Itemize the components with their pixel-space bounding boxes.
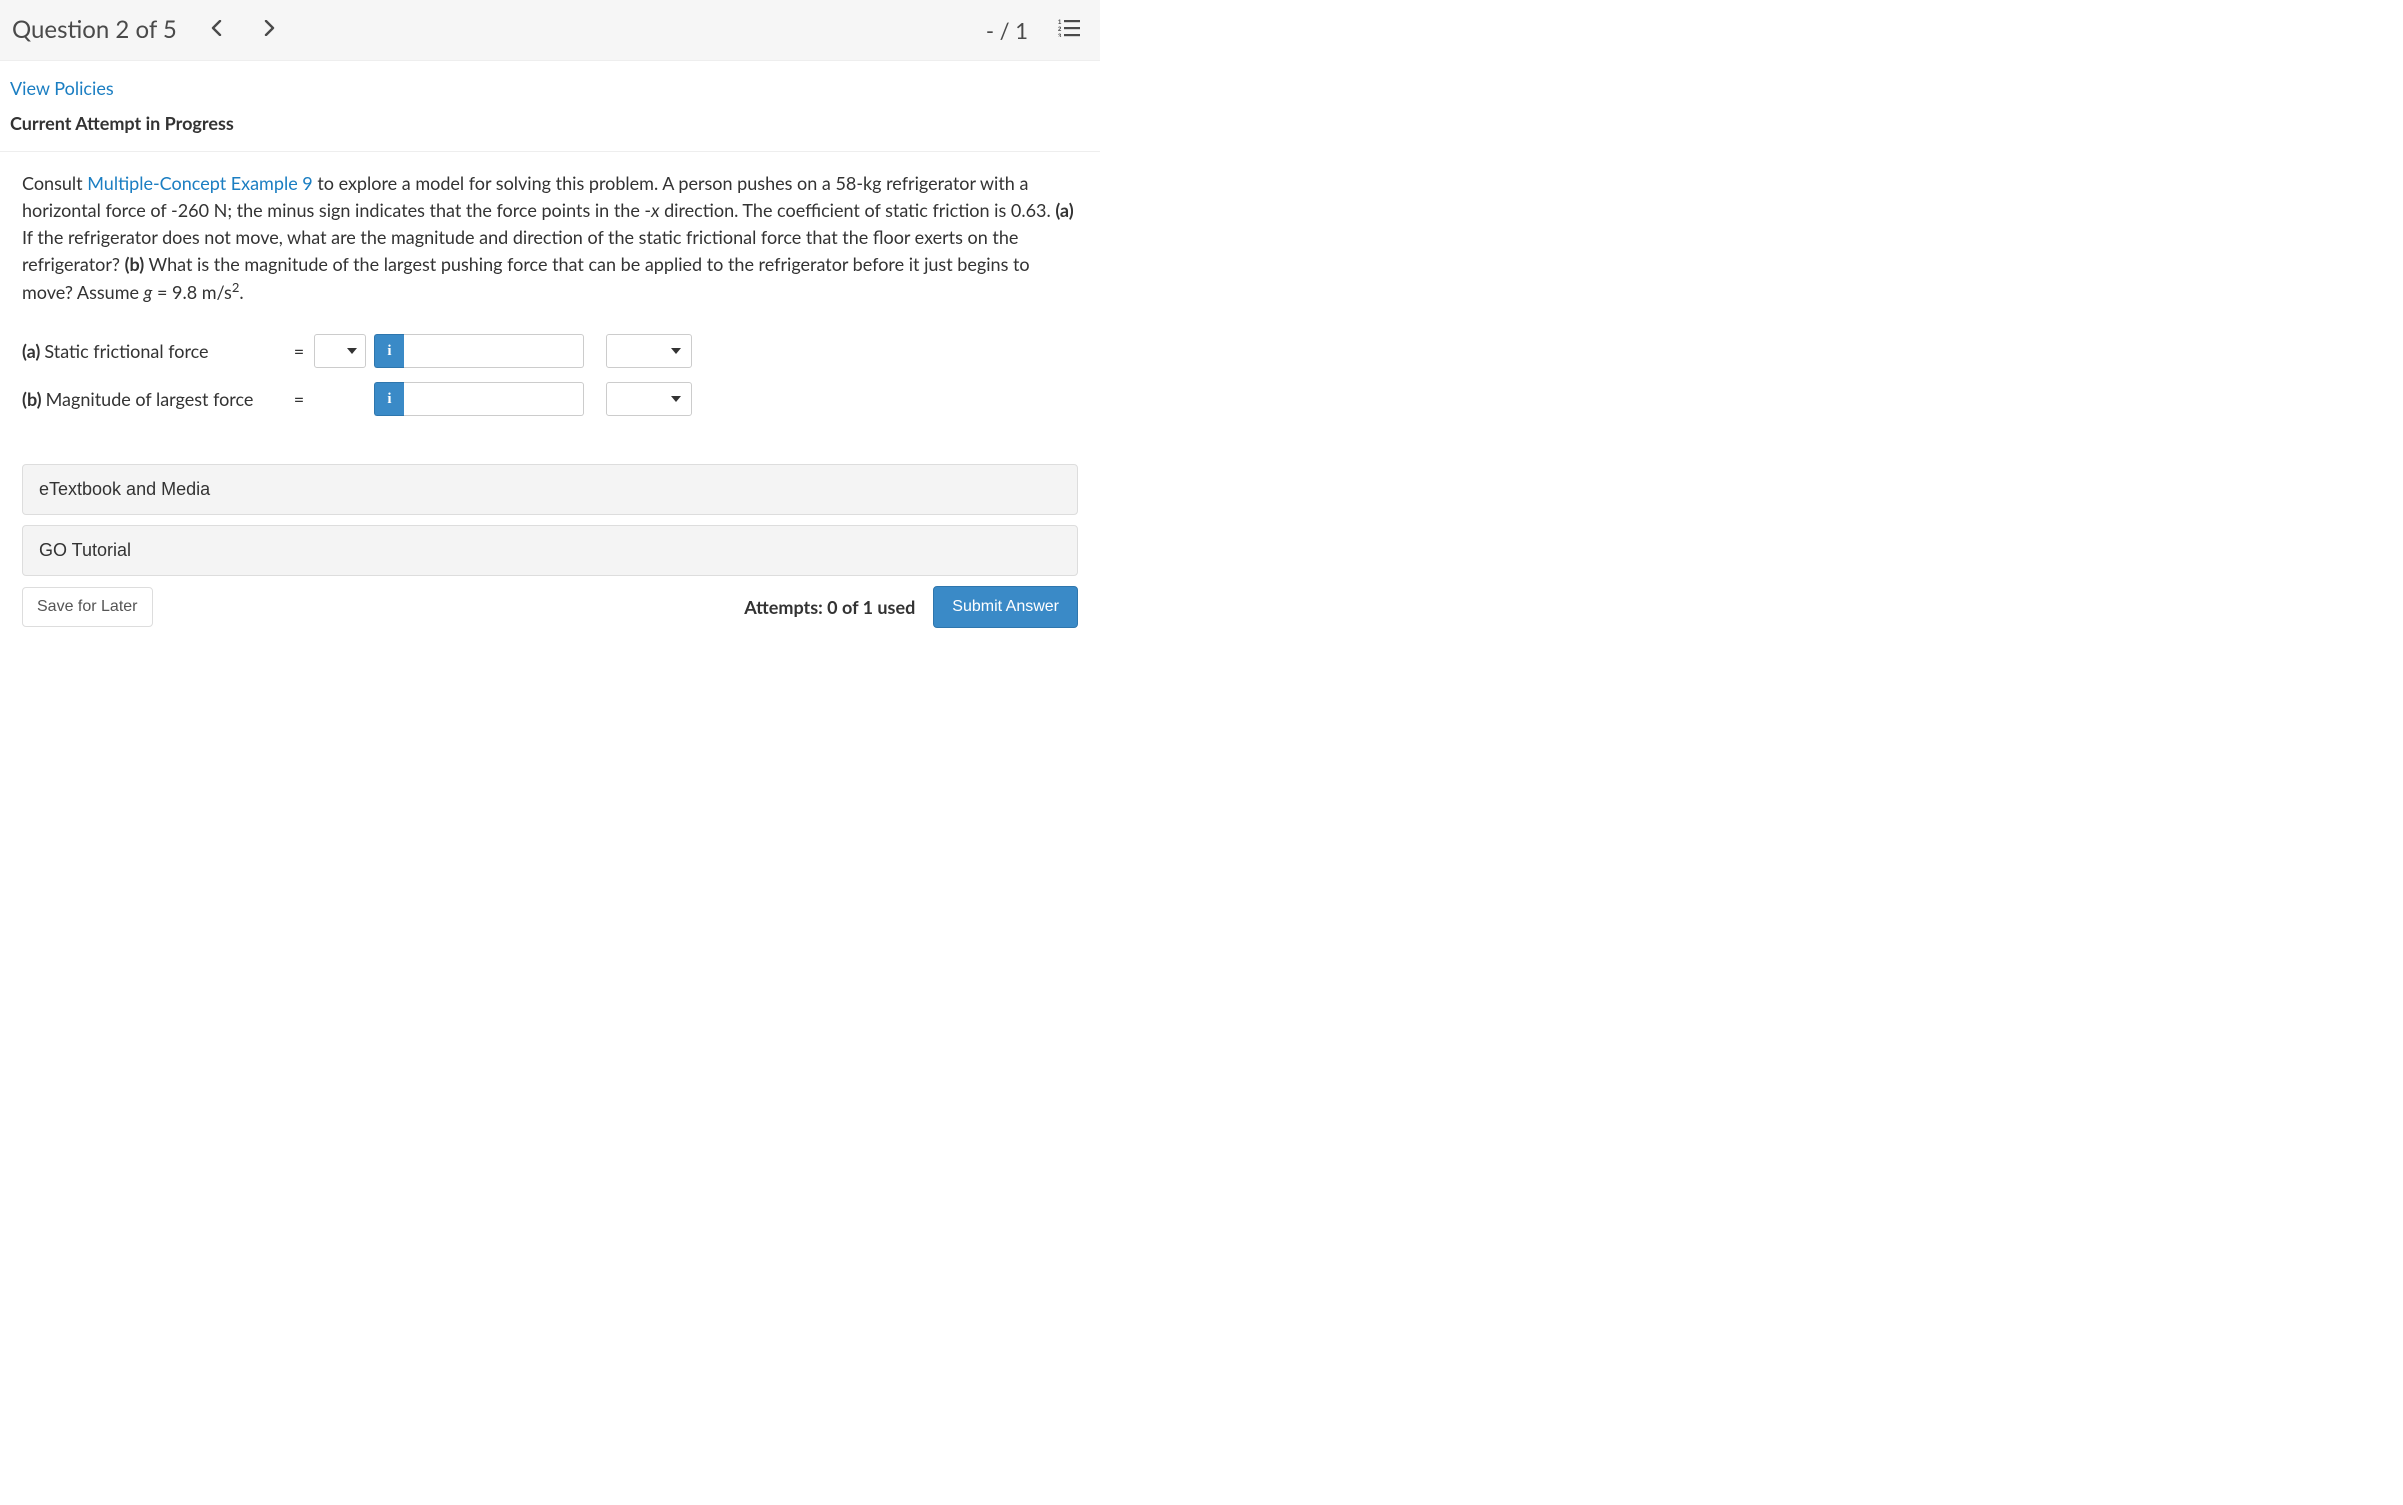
next-question-button[interactable]: [256, 16, 283, 45]
attempt-status: Current Attempt in Progress: [0, 104, 1100, 151]
question-list-button[interactable]: 1 2 3: [1050, 15, 1088, 46]
answer-row-a: (a) Static frictional force = i: [22, 334, 1078, 368]
info-button-b[interactable]: i: [374, 382, 404, 416]
g-end: .: [239, 281, 243, 303]
save-for-later-button[interactable]: Save for Later: [22, 587, 153, 627]
prev-question-button[interactable]: [203, 16, 230, 45]
unit-select-b[interactable]: [606, 382, 692, 416]
unit-select-a[interactable]: [606, 334, 692, 368]
score-display: - / 1: [986, 14, 1028, 47]
part-a-label: (a) Static frictional force: [22, 338, 284, 365]
part-a-label-text: Static frictional force: [44, 338, 208, 365]
question-header: Question 2 of 5 - / 1 1 2 3: [0, 0, 1100, 61]
part-b-label: (b) Magnitude of largest force: [22, 386, 284, 413]
svg-text:1: 1: [1058, 20, 1062, 26]
resources-section: eTextbook and Media GO Tutorial: [22, 464, 1078, 576]
sign-placeholder-b: [314, 382, 366, 416]
example-link[interactable]: Multiple-Concept Example 9: [87, 172, 313, 194]
problem-statement: Consult Multiple-Concept Example 9 to ex…: [22, 170, 1078, 306]
equals-a: =: [292, 338, 306, 365]
problem-text-pre: Consult: [22, 172, 87, 194]
footer-row: Save for Later Attempts: 0 of 1 used Sub…: [22, 586, 1078, 628]
info-button-a[interactable]: i: [374, 334, 404, 368]
chevron-right-icon: [264, 20, 275, 36]
question-content: Consult Multiple-Concept Example 9 to ex…: [0, 151, 1100, 652]
answer-section: (a) Static frictional force = i (b) Magn…: [22, 334, 1078, 416]
header-right: - / 1 1 2 3: [986, 14, 1088, 47]
attempts-label: Attempts: 0 of 1 used: [744, 594, 915, 621]
part-b-label-text: Magnitude of largest force: [46, 386, 254, 413]
submit-answer-button[interactable]: Submit Answer: [933, 586, 1078, 628]
problem-text-2: direction. The coefficient of static fri…: [659, 199, 1055, 221]
footer-right: Attempts: 0 of 1 used Submit Answer: [744, 586, 1078, 628]
g-eq: = 9.8 m/s: [152, 281, 231, 303]
input-group-a: i: [374, 334, 584, 368]
part-a-marker: (a): [1055, 199, 1073, 221]
etextbook-button[interactable]: eTextbook and Media: [22, 464, 1078, 515]
question-number: Question 2 of 5: [12, 12, 177, 48]
answer-row-b: (b) Magnitude of largest force = i: [22, 382, 1078, 416]
svg-text:3: 3: [1058, 34, 1062, 37]
policies-row: View Policies: [0, 61, 1100, 104]
part-b-marker: (b): [125, 253, 145, 275]
header-left: Question 2 of 5: [12, 12, 283, 48]
chevron-left-icon: [211, 20, 222, 36]
svg-text:2: 2: [1058, 27, 1062, 33]
question-container: Question 2 of 5 - / 1 1 2 3: [0, 0, 1100, 652]
value-input-b[interactable]: [404, 382, 584, 416]
part-b-label-bold: (b): [22, 386, 42, 413]
input-group-b: i: [374, 382, 584, 416]
view-policies-link[interactable]: View Policies: [10, 77, 114, 99]
part-a-label-bold: (a): [22, 338, 40, 365]
numbered-list-icon: 1 2 3: [1058, 19, 1080, 37]
sign-select-a[interactable]: [314, 334, 366, 368]
value-input-a[interactable]: [404, 334, 584, 368]
tutorial-button[interactable]: GO Tutorial: [22, 525, 1078, 576]
equals-b: =: [292, 386, 306, 413]
info-icon: i: [387, 391, 391, 408]
info-icon: i: [387, 343, 391, 360]
